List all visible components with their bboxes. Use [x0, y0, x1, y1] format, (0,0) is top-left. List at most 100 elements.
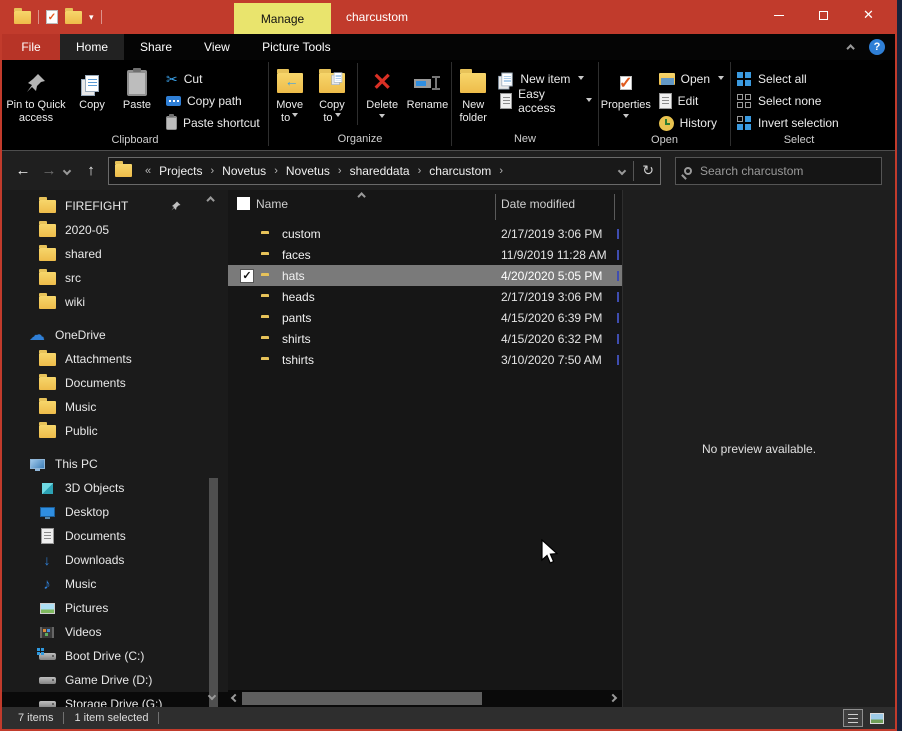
move-to-button[interactable]: ← Move to [269, 63, 310, 125]
downloads-icon: ↓ [44, 552, 51, 568]
column-divider[interactable] [495, 194, 496, 220]
breadcrumb[interactable]: Novetus [220, 164, 268, 178]
tab-picture-tools[interactable]: Picture Tools [246, 34, 347, 60]
pin-to-quick-access-button[interactable]: Pin to Quick access [2, 63, 70, 125]
sidebar-item-firefight[interactable]: FIREFIGHT [2, 194, 228, 218]
row-checkbox-checked[interactable]: ✓ [240, 269, 254, 283]
breadcrumb-separator[interactable]: › [268, 165, 284, 177]
column-header-date-modified[interactable]: Date modified [501, 197, 575, 211]
sidebar-item-documents[interactable]: Documents [2, 524, 228, 548]
sidebar-item-music-onedrive[interactable]: Music [2, 395, 228, 419]
horizontal-scrollbar[interactable] [228, 690, 622, 707]
breadcrumb-overflow-icon[interactable]: « [139, 165, 157, 177]
sidebar-item-videos[interactable]: Videos [2, 620, 228, 644]
sidebar-item-game-drive[interactable]: Game Drive (D:) [2, 668, 228, 692]
properties-button[interactable]: ✓ Properties [599, 63, 653, 121]
copy-button[interactable]: Copy [70, 63, 114, 112]
paste-button[interactable]: Paste [114, 63, 160, 112]
column-header-name[interactable]: Name [256, 197, 288, 211]
refresh-icon[interactable]: ↻ [642, 162, 654, 179]
address-bar[interactable]: « Projects › Novetus › Novetus › sharedd… [108, 157, 661, 185]
breadcrumb-separator[interactable]: › [332, 165, 348, 177]
sidebar-item-wiki[interactable]: wiki [2, 290, 228, 314]
file-row-faces[interactable]: faces11/9/2019 11:28 AM [228, 244, 622, 265]
search-input[interactable] [700, 164, 850, 178]
tab-home[interactable]: Home [60, 34, 124, 60]
address-dropdown-icon[interactable] [618, 166, 626, 174]
select-all-button[interactable]: Select all [731, 68, 845, 90]
invert-selection-button[interactable]: Invert selection [731, 112, 845, 134]
forward-button[interactable]: → [36, 162, 62, 179]
paste-shortcut-button[interactable]: Paste shortcut [160, 112, 266, 134]
breadcrumb-separator[interactable]: › [493, 165, 509, 177]
sidebar-item-onedrive[interactable]: ☁OneDrive [2, 323, 228, 347]
sidebar-item-public[interactable]: Public [2, 419, 228, 443]
sidebar-item-music[interactable]: ♪Music [2, 572, 228, 596]
sidebar-item-storage-drive[interactable]: Storage Drive (G:) [2, 692, 228, 707]
minimize-button[interactable] [756, 0, 801, 30]
scroll-right-icon[interactable] [609, 694, 617, 702]
breadcrumb[interactable]: Novetus [284, 164, 332, 178]
rename-button[interactable]: Rename [404, 63, 451, 112]
file-row-custom[interactable]: custom2/17/2019 3:06 PM [228, 223, 622, 244]
scroll-up-icon[interactable] [206, 196, 214, 204]
sidebar-item-2020-05[interactable]: 2020-05 [2, 218, 228, 242]
breadcrumb-separator[interactable]: › [204, 165, 220, 177]
breadcrumb[interactable]: Projects [157, 164, 204, 178]
qat-properties-icon[interactable]: ✓ [46, 10, 58, 24]
search-box[interactable] [675, 157, 882, 185]
sidebar-item-attachments[interactable]: Attachments [2, 347, 228, 371]
sidebar-item-pictures[interactable]: Pictures [2, 596, 228, 620]
large-icons-view-button[interactable] [867, 709, 887, 727]
file-row-hats-selected[interactable]: ✓ hats4/20/2020 5:05 PM [228, 265, 622, 286]
sidebar-item-shared[interactable]: shared [2, 242, 228, 266]
sidebar-item-boot-drive[interactable]: Boot Drive (C:) [2, 644, 228, 668]
select-none-icon [737, 94, 752, 109]
scrollbar-thumb[interactable] [209, 478, 218, 707]
delete-button[interactable]: ✕ Delete [361, 63, 404, 121]
maximize-button[interactable] [801, 0, 846, 30]
sidebar-item-src[interactable]: src [2, 266, 228, 290]
close-button[interactable]: ✕ [846, 0, 891, 30]
recent-locations-icon[interactable] [63, 166, 71, 174]
copy-to-button[interactable]: Copy to [310, 63, 353, 125]
easy-access-button[interactable]: Easy access [494, 90, 598, 112]
scrollbar-thumb[interactable] [242, 692, 482, 705]
cut-button[interactable]: ✂ Cut [160, 68, 266, 90]
edit-button[interactable]: Edit [653, 90, 730, 112]
tab-manage[interactable]: Manage [234, 3, 331, 34]
breadcrumb[interactable]: shareddata [348, 164, 412, 178]
qat-customize-caret-icon[interactable]: ▾ [89, 13, 94, 22]
details-view-button[interactable] [843, 709, 863, 727]
back-button[interactable]: ← [10, 162, 36, 179]
select-none-button[interactable]: Select none [731, 90, 845, 112]
explorer-window: ✓ ▾ Manage charcustom ✕ File Home Share … [0, 0, 897, 731]
new-folder-button[interactable]: New folder [452, 63, 494, 125]
breadcrumb-separator[interactable]: › [412, 165, 428, 177]
breadcrumb[interactable]: charcustom [427, 164, 493, 178]
qat-folder-icon[interactable] [14, 11, 31, 24]
scroll-mark [617, 250, 619, 260]
file-row-shirts[interactable]: shirts4/15/2020 6:32 PM [228, 328, 622, 349]
history-button[interactable]: History [653, 112, 730, 134]
file-row-tshirts[interactable]: tshirts3/10/2020 7:50 AM [228, 349, 622, 370]
select-all-checkbox[interactable] [237, 197, 250, 210]
sidebar-scrollbar[interactable] [207, 190, 219, 707]
help-icon[interactable]: ? [869, 39, 885, 55]
sidebar-item-3d-objects[interactable]: 3D Objects [2, 476, 228, 500]
up-button[interactable]: ↑ [78, 162, 104, 179]
sidebar-item-documents-onedrive[interactable]: Documents [2, 371, 228, 395]
tab-file[interactable]: File [2, 34, 60, 60]
sidebar-item-downloads[interactable]: ↓Downloads [2, 548, 228, 572]
sidebar-item-desktop[interactable]: Desktop [2, 500, 228, 524]
file-row-heads[interactable]: heads2/17/2019 3:06 PM [228, 286, 622, 307]
qat-new-folder-icon[interactable] [65, 11, 82, 24]
scroll-left-icon[interactable] [231, 694, 239, 702]
copy-path-button[interactable]: Copy path [160, 90, 266, 112]
tab-view[interactable]: View [188, 34, 246, 60]
file-row-pants[interactable]: pants4/15/2020 6:39 PM [228, 307, 622, 328]
open-button[interactable]: Open [653, 68, 730, 90]
sidebar-item-this-pc[interactable]: This PC [2, 452, 228, 476]
column-divider[interactable] [614, 194, 615, 220]
tab-share[interactable]: Share [124, 34, 188, 60]
